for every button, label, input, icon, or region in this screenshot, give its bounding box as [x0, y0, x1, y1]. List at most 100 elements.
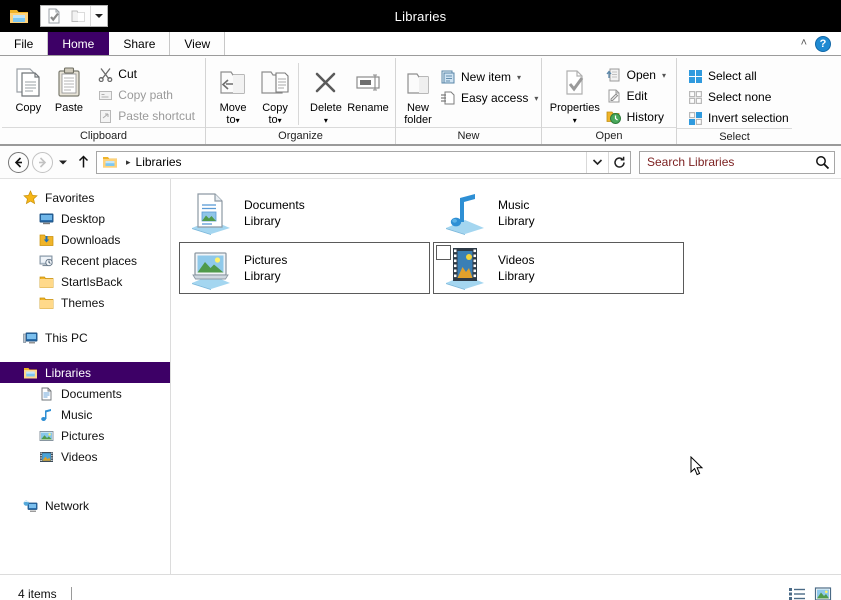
copy-path-icon — [97, 87, 113, 103]
sidebar-item-libraries[interactable]: Libraries — [0, 362, 170, 383]
edit-icon — [606, 88, 622, 104]
sidebar-item-documents[interactable]: Documents — [0, 383, 170, 404]
refresh-button[interactable] — [608, 151, 630, 173]
delete-dropdown-arrow[interactable]: ▾ — [324, 116, 328, 125]
rename-button[interactable]: Rename — [347, 61, 389, 114]
up-button[interactable] — [72, 155, 94, 169]
edit-button[interactable]: Edit — [602, 86, 670, 106]
paste-button[interactable]: Paste — [49, 61, 90, 114]
mouse-cursor — [690, 455, 706, 478]
sidebar-item-favorites[interactable]: Favorites — [0, 187, 170, 208]
properties-button[interactable]: Properties ▾ — [548, 61, 602, 127]
tab-file[interactable]: File — [0, 32, 49, 55]
list-item-subtitle: Library — [244, 269, 281, 283]
tab-view[interactable]: View — [170, 32, 226, 55]
list-item[interactable]: Music Library — [433, 187, 684, 239]
copy-to-button[interactable]: Copy to▾ — [254, 61, 296, 127]
sidebar-label-music: Music — [61, 407, 93, 422]
forward-button[interactable] — [30, 150, 54, 174]
copy-to-dropdown-arrow[interactable]: ▾ — [278, 116, 282, 125]
new-folder-button[interactable]: New folder — [402, 61, 434, 126]
copy-path-label: Copy path — [118, 88, 173, 102]
sidebar-item-videos[interactable]: Videos — [0, 446, 170, 467]
new-folder-label-line1: New — [406, 102, 429, 114]
search-box[interactable]: Search Libraries — [639, 150, 835, 174]
search-input[interactable]: Search Libraries — [647, 155, 814, 169]
breadcrumb-separator: ▸ — [126, 156, 131, 167]
sidebar-label-pictures: Pictures — [61, 428, 105, 443]
properties-dropdown-arrow[interactable]: ▾ — [573, 116, 577, 125]
sidebar-item-downloads[interactable]: Downloads — [0, 229, 170, 250]
invert-selection-button[interactable]: Invert selection — [683, 108, 793, 128]
sidebar-item-this-pc[interactable]: This PC — [0, 327, 170, 348]
qat-properties-button[interactable] — [42, 6, 66, 26]
move-to-dropdown-arrow[interactable]: ▾ — [236, 116, 240, 125]
sidebar-gap-3 — [0, 467, 170, 495]
list-item[interactable]: Videos Library — [433, 242, 684, 294]
address-bar: ▸ Libraries Search Libraries — [0, 146, 841, 178]
new-item-label: New item — [461, 70, 512, 84]
select-small-buttons: Select all Select none Invert selection — [683, 61, 793, 128]
help-button[interactable]: ? — [815, 35, 831, 52]
list-item[interactable]: Documents Library — [179, 187, 430, 239]
new-item-button[interactable]: New item ▾ — [436, 67, 542, 87]
details-view-icon[interactable] — [787, 585, 807, 600]
sidebar-item-network[interactable]: Network — [0, 495, 170, 516]
search-icon[interactable] — [814, 154, 830, 170]
new-small-buttons: New item ▾ Easy access ▾ — [436, 61, 542, 108]
open-dropdown-arrow[interactable]: ▾ — [662, 71, 666, 80]
list-item[interactable]: Pictures Library — [179, 242, 430, 294]
sidebar-item-startisback[interactable]: StartIsBack — [0, 271, 170, 292]
item-checkbox[interactable] — [436, 245, 451, 260]
sidebar-label-videos: Videos — [61, 449, 98, 464]
copy-button[interactable]: Copy — [8, 61, 49, 114]
clipboard-small-buttons: Cut Copy path Paste shortcut — [93, 61, 199, 126]
tab-share[interactable]: Share — [109, 32, 171, 55]
easy-access-button[interactable]: Easy access ▾ — [436, 88, 542, 108]
paste-shortcut-button[interactable]: Paste shortcut — [93, 106, 199, 126]
rename-label: Rename — [347, 102, 389, 114]
large-icons-view-icon[interactable] — [813, 585, 833, 600]
address-history-dropdown[interactable] — [586, 151, 608, 173]
copy-label: Copy — [15, 102, 42, 114]
select-all-button[interactable]: Select all — [683, 66, 793, 86]
select-none-button[interactable]: Select none — [683, 87, 793, 107]
sidebar-item-themes[interactable]: Themes — [0, 292, 170, 313]
breadcrumb-tools — [586, 151, 630, 173]
back-button[interactable] — [6, 150, 30, 174]
breadcrumb-current[interactable]: Libraries — [136, 155, 182, 169]
cut-button[interactable]: Cut — [93, 64, 199, 84]
music-icon — [38, 407, 55, 423]
move-to-icon — [216, 65, 250, 99]
copy-path-button[interactable]: Copy path — [93, 85, 199, 105]
new-item-dropdown-arrow[interactable]: ▾ — [517, 73, 521, 82]
open-button[interactable]: Open ▾ — [602, 65, 670, 85]
list-item-name: Music — [498, 198, 530, 212]
delete-button[interactable]: Delete ▾ — [305, 61, 347, 127]
collapse-ribbon-button[interactable]: ˄ — [801, 38, 807, 49]
history-button[interactable]: History — [602, 107, 670, 127]
ribbon-tabs: File Home Share View ˄ ? — [0, 32, 841, 56]
libraries-icon — [101, 154, 119, 170]
sidebar-item-pictures[interactable]: Pictures — [0, 425, 170, 446]
tab-home[interactable]: Home — [48, 32, 110, 55]
sidebar-item-recent-places[interactable]: Recent places — [0, 250, 170, 271]
sidebar-item-music[interactable]: Music — [0, 404, 170, 425]
select-none-label: Select none — [708, 90, 772, 104]
qat-customize-dropdown[interactable] — [90, 6, 106, 26]
recent-locations-button[interactable] — [54, 159, 72, 166]
move-to-button[interactable]: Move to▾ — [212, 61, 254, 127]
forward-arrow-icon — [31, 151, 53, 173]
breadcrumb-bar[interactable]: ▸ Libraries — [96, 150, 631, 174]
organize-divider — [298, 63, 299, 125]
sidebar-item-desktop[interactable]: Desktop — [0, 208, 170, 229]
ribbon-tab-controls: ˄ ? — [801, 32, 841, 55]
easy-access-label: Easy access — [461, 91, 529, 105]
delete-label-line1: Delete — [310, 102, 342, 114]
qat-new-folder-button[interactable] — [66, 6, 90, 26]
app-icon — [8, 6, 30, 26]
easy-access-dropdown-arrow[interactable]: ▾ — [534, 94, 538, 103]
file-list-view[interactable]: Documents Library Music Library Pictures… — [171, 179, 841, 574]
status-bar: 4 items — [0, 574, 841, 600]
sidebar-gap-2 — [0, 348, 170, 362]
